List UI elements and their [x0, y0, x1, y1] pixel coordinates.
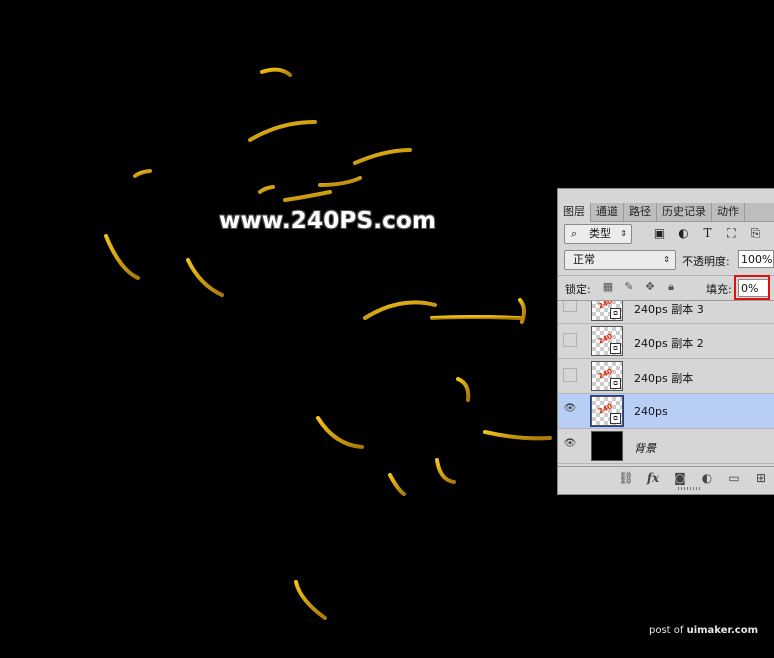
visibility-toggle[interactable] — [563, 368, 577, 382]
blend-row: 正常 ⇕ 不透明度: 100% — [558, 249, 774, 273]
opacity-input[interactable]: 100% — [738, 250, 774, 268]
tab-paths[interactable]: 路径 — [624, 203, 657, 221]
filter-row: ⌕ 类型 ⇕ ▣ ◐ T ⛶ ⎘ — [558, 222, 774, 248]
layer-name: 240ps 副本 — [634, 372, 694, 385]
blend-mode-value: 正常 — [573, 253, 595, 266]
link-icon[interactable]: ⛓︎ — [618, 470, 634, 486]
layers-panel: 图层 通道 路径 历史记录 动作 ⌕ 类型 ⇕ ▣ ◐ T ⛶ ⎘ 正常 ⇕ 不… — [557, 188, 774, 495]
eye-icon[interactable]: 👁︎ — [563, 438, 577, 452]
fill-highlight-box — [734, 275, 770, 300]
footer-icons: ⛓︎ fx ◙ ◐ ▭ ⊞ — [618, 470, 769, 486]
smart-object-icon: ⧉ — [610, 413, 621, 424]
layer-filter-select[interactable]: ⌕ 类型 ⇕ — [564, 224, 632, 244]
folder-icon[interactable]: ▭ — [726, 470, 742, 486]
smart-object-icon: ⧉ — [610, 343, 621, 354]
layer-list: 240 ⧉ 240ps 副本 3 240 ⧉ 240ps 副本 2 240 ⧉ 240… — [558, 300, 774, 466]
panel-footer: ⛓︎ fx ◙ ◐ ▭ ⊞ — [558, 466, 774, 489]
lock-label: 锁定: — [565, 283, 591, 296]
lock-all-icon[interactable]: 🔒︎ — [664, 280, 678, 294]
adjustment-icon[interactable]: ◐ — [699, 470, 715, 486]
lock-paint-icon[interactable]: ✎ — [622, 280, 636, 294]
mask-icon[interactable]: ◙ — [672, 470, 688, 486]
layer-filter-label: 类型 — [589, 227, 611, 240]
visibility-toggle[interactable] — [563, 301, 577, 312]
search-icon: ⌕ — [571, 227, 578, 240]
layer-name: 240ps 副本 3 — [634, 303, 704, 316]
layer-row[interactable]: 240 ⧉ 240ps 副本 3 — [558, 301, 774, 324]
smart-object-filter-icon[interactable]: ⎘ — [748, 226, 763, 241]
lock-icons: ▦ ✎ ✥ 🔒︎ — [601, 280, 678, 294]
lock-row: 锁定: ▦ ✎ ✥ 🔒︎ 填充: 0% — [558, 275, 774, 300]
corner-credit-site: uimaker.com — [686, 625, 758, 636]
lock-move-icon[interactable]: ✥ — [643, 280, 657, 294]
smart-object-icon: ⧉ — [610, 378, 621, 389]
corner-credit: post of uimaker.com — [649, 625, 758, 636]
fill-label: 填充: — [706, 283, 732, 296]
layer-thumbnail: 240 ⧉ — [591, 361, 623, 391]
tab-history[interactable]: 历史记录 — [657, 203, 712, 221]
layer-thumbnail: 240 ⧉ — [591, 326, 623, 356]
image-filter-icon[interactable]: ▣ — [652, 226, 667, 241]
tab-actions[interactable]: 动作 — [712, 203, 745, 221]
panel-tabs: 图层 通道 路径 历史记录 动作 — [558, 203, 774, 222]
layer-thumbnail — [591, 431, 623, 461]
smart-object-icon: ⧉ — [610, 308, 621, 319]
corner-credit-prefix: post of — [649, 625, 687, 636]
tab-channels[interactable]: 通道 — [591, 203, 624, 221]
watermark-text: www.240PS.com — [219, 208, 437, 234]
tab-layers[interactable]: 图层 — [558, 203, 591, 222]
blend-mode-select[interactable]: 正常 ⇕ — [564, 250, 676, 270]
layer-name: 240ps — [634, 405, 668, 418]
layer-name: 240ps 副本 2 — [634, 337, 704, 350]
new-layer-icon[interactable]: ⊞ — [753, 470, 769, 486]
layer-row-background[interactable]: 👁︎ 背景 — [558, 429, 774, 464]
layer-name: 背景 — [634, 442, 656, 455]
chevron-updown-icon: ⇕ — [620, 229, 627, 238]
type-filter-icon[interactable]: T — [700, 226, 715, 241]
visibility-toggle[interactable] — [563, 333, 577, 347]
chevron-updown-icon: ⇕ — [663, 255, 670, 264]
adjustment-filter-icon[interactable]: ◐ — [676, 226, 691, 241]
opacity-label: 不透明度: — [682, 255, 730, 268]
layer-thumbnail: 240 ⧉ — [590, 395, 624, 427]
layer-row[interactable]: 240 ⧉ 240ps 副本 2 — [558, 324, 774, 359]
lock-transparency-icon[interactable]: ▦ — [601, 280, 615, 294]
panel-resize-grip[interactable] — [678, 487, 702, 490]
layer-thumbnail: 240 ⧉ — [591, 301, 623, 321]
eye-icon[interactable]: 👁︎ — [563, 403, 577, 417]
layer-row-selected[interactable]: 👁︎ 240 ⧉ 240ps — [558, 394, 774, 429]
shape-filter-icon[interactable]: ⛶ — [724, 226, 739, 241]
layer-row[interactable]: 240 ⧉ 240ps 副本 — [558, 359, 774, 394]
filter-icons: ▣ ◐ T ⛶ ⎘ — [652, 226, 763, 241]
fx-icon[interactable]: fx — [645, 470, 661, 486]
